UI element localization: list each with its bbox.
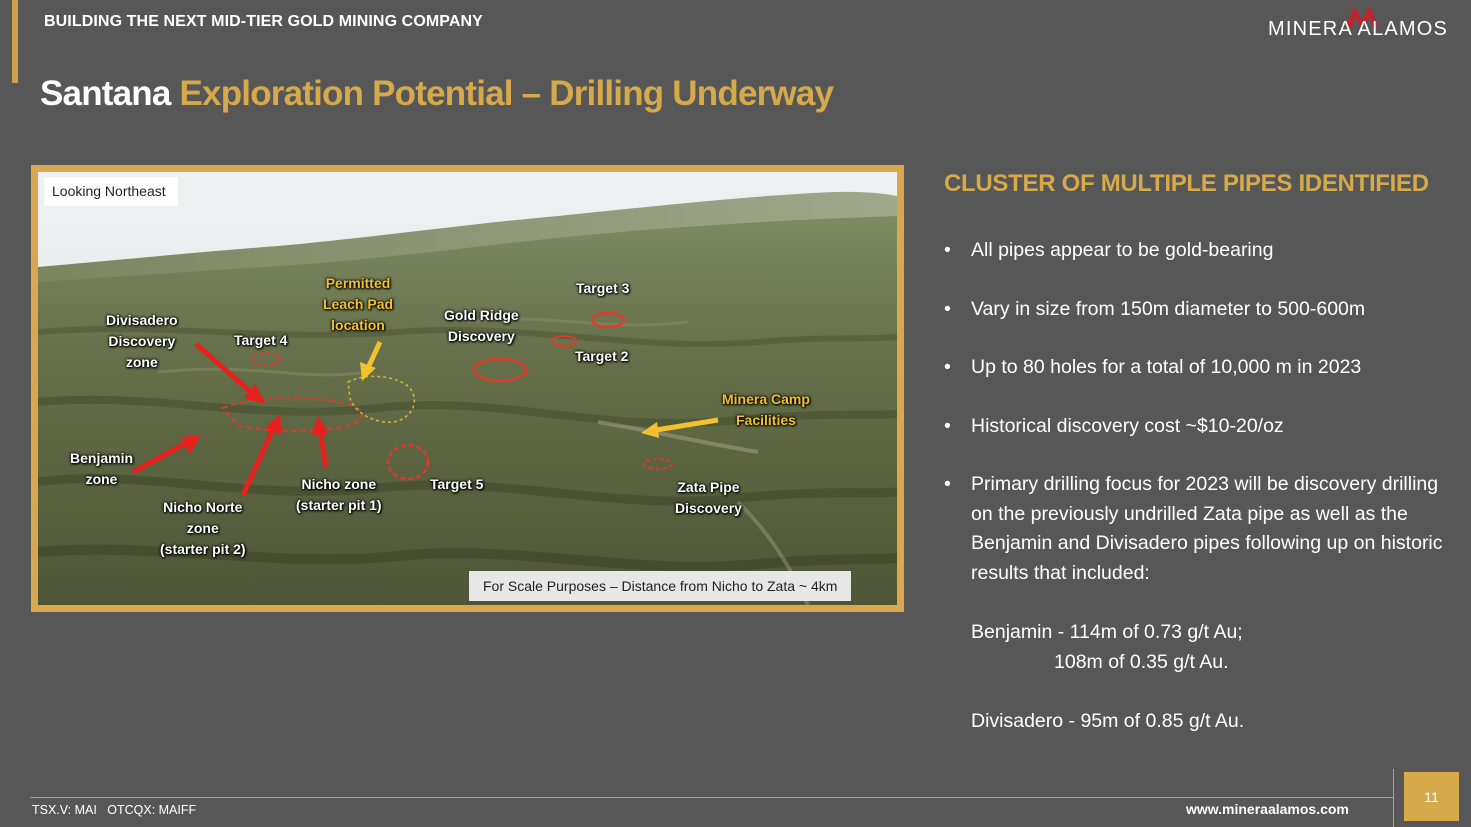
label-nicho-zone: Nicho zone (starter pit 1) bbox=[296, 476, 382, 513]
bullet-item: • All pipes appear to be gold-bearing bbox=[944, 236, 1454, 266]
page-title: Santana Exploration Potential – Drilling… bbox=[40, 74, 834, 114]
sidebar-heading: CLUSTER OF MULTIPLE PIPES IDENTIFIED bbox=[944, 170, 1429, 197]
company-logo: MINERA ALAMOS bbox=[1268, 4, 1463, 44]
scale-note: For Scale Purposes – Distance from Nicho… bbox=[469, 571, 852, 601]
label-permitted-leach-pad: Permitted Leach Pad location bbox=[323, 275, 394, 333]
title-santana: Santana bbox=[40, 74, 171, 113]
drill-results: Benjamin - 114m of 0.73 g/t Au; 108m of … bbox=[971, 617, 1244, 736]
bullet-dot: • bbox=[944, 473, 951, 495]
terrain-map: Looking Northeast Permitted Leach Pad loca… bbox=[38, 172, 897, 605]
header-tagline: BUILDING THE NEXT MID-TIER GOLD MINING C… bbox=[44, 13, 483, 30]
map-caption: Looking Northeast bbox=[44, 177, 178, 206]
map-frame: Looking Northeast Permitted Leach Pad loca… bbox=[31, 165, 904, 612]
header-accent-bar bbox=[12, 0, 18, 83]
footer-divider bbox=[30, 797, 1394, 798]
logo-text: MINERA ALAMOS bbox=[1268, 18, 1449, 40]
label-target3: Target 3 bbox=[576, 280, 630, 296]
label-gold-ridge: Gold Ridge Discovery bbox=[444, 307, 519, 344]
bullet-dot: • bbox=[944, 239, 951, 261]
bullet-item: • Vary in size from 150m diameter to 500-… bbox=[944, 295, 1454, 325]
title-rest: Exploration Potential – Drilling Underwa… bbox=[170, 74, 834, 113]
footer-website-link[interactable]: www.mineraalamos.com bbox=[1186, 801, 1349, 817]
bullet-item: • Up to 80 holes for a total of 10,000 m … bbox=[944, 353, 1454, 383]
result-benjamin-1: Benjamin - 114m of 0.73 g/t Au; bbox=[971, 621, 1243, 643]
page-number: 11 bbox=[1404, 772, 1459, 821]
label-target2: Target 2 bbox=[575, 348, 629, 364]
bullet-item: • Historical discovery cost ~$10-20/oz bbox=[944, 412, 1454, 442]
bullet-list: • All pipes appear to be gold-bearing • Va… bbox=[944, 236, 1454, 617]
bullet-dot: • bbox=[944, 356, 951, 378]
label-minera-camp: Minera Camp Facilities bbox=[722, 391, 810, 428]
bullet-dot: • bbox=[944, 297, 951, 320]
label-zata-pipe: Zata Pipe Discovery bbox=[675, 479, 742, 516]
label-divisadero: Divisadero Discovery zone bbox=[106, 312, 178, 370]
footer-ticker: TSX.V: MAI OTCQX: MAIFF bbox=[32, 803, 197, 817]
label-target5: Target 5 bbox=[430, 476, 484, 492]
bullet-dot: • bbox=[944, 414, 951, 437]
label-target4: Target 4 bbox=[234, 332, 288, 348]
result-benjamin-2: 108m of 0.35 g/t Au. bbox=[1054, 651, 1229, 673]
bullet-item: • Primary drilling focus for 2023 will be… bbox=[944, 470, 1454, 588]
footer-vertical-divider bbox=[1393, 769, 1394, 827]
label-benjamin: Benjamin zone bbox=[70, 450, 134, 487]
result-divisadero: Divisadero - 95m of 0.85 g/t Au. bbox=[971, 710, 1245, 732]
label-nicho-norte: Nicho Norte zone (starter pit 2) bbox=[160, 499, 246, 557]
